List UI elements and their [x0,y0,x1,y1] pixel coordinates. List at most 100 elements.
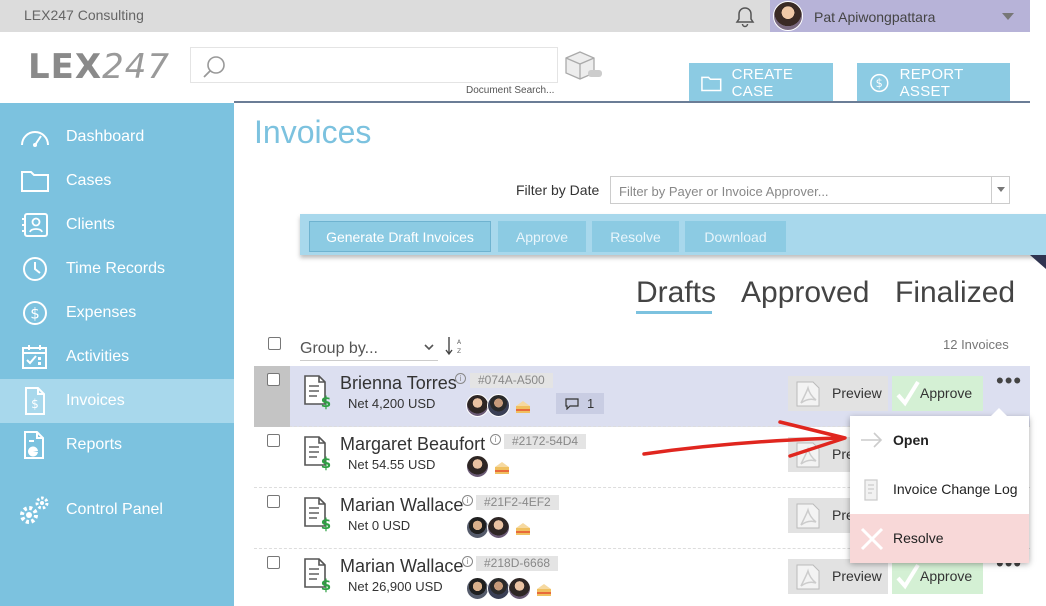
payer-name[interactable]: Marian Wallace [340,495,463,516]
info-icon[interactable]: i [462,556,473,567]
sidebar-item-clients[interactable]: Clients [0,203,234,247]
clock-icon [18,254,52,284]
svg-text:$: $ [876,77,883,90]
action-bar: Generate Draft Invoices Approve Resolve … [300,214,1046,255]
top-bar: LEX247 Consulting Pat Apiwongpattara [0,0,1030,32]
invoice-icon: $ [304,497,331,532]
row-checkbox[interactable] [267,495,280,508]
avatar [466,455,489,478]
net-amount: Net 0 USD [348,518,411,533]
search-input[interactable] [190,47,558,83]
preview-button[interactable]: Preview [788,376,888,411]
bell-icon[interactable] [733,5,757,29]
comments-button[interactable]: 1 [556,393,604,414]
more-options-icon[interactable]: ••• [996,370,1022,392]
create-case-button[interactable]: CREATE CASE [689,63,833,103]
chevron-down-icon [424,344,434,351]
generate-draft-invoices-button[interactable]: Generate Draft Invoices [309,221,491,252]
gears-icon [18,495,52,525]
filter-by-date-button[interactable]: Filter by Date [516,182,599,198]
menu-item-label: Open [893,432,929,448]
svg-text:$: $ [30,305,40,323]
sidebar-item-invoices[interactable]: $ Invoices [0,379,234,423]
approvers [466,394,532,417]
report-asset-button[interactable]: $ REPORT ASSET [857,63,1010,103]
avatar [508,577,531,600]
dollar-circle-icon: $ [870,73,889,93]
chevron-down-icon[interactable] [991,177,1009,203]
svg-text:A: A [457,339,462,346]
net-amount: Net 4,200 USD [348,396,436,411]
logo-light: 247 [102,47,171,87]
folder-icon [701,76,722,92]
payer-name[interactable]: Margaret Beaufort [340,434,485,455]
tab-approved[interactable]: Approved [741,276,869,310]
svg-text:$: $ [321,393,331,410]
logo[interactable]: LEX247 [28,47,170,87]
group-by-label: Group by... [300,340,378,357]
svg-text:$: $ [321,576,331,593]
payer-name[interactable]: Brienna Torres [340,373,457,394]
sidebar-item-reports[interactable]: Reports [0,423,234,467]
document-search-caption: Document Search... [466,85,555,96]
menu-item-label: Resolve [893,530,944,546]
group-by-select[interactable]: Group by... [300,337,438,361]
cake-icon [516,401,530,413]
svg-text:$: $ [321,515,331,532]
close-icon [860,527,884,551]
sidebar-item-label: Invoices [66,392,125,409]
sidebar-item-time-records[interactable]: Time Records [0,247,234,291]
invoice-icon: $ [18,386,52,416]
sidebar-item-label: Control Panel [66,501,163,518]
create-case-label: CREATE CASE [731,66,794,100]
resolve-button[interactable]: Resolve [592,221,679,252]
menu-item-open[interactable]: Open [850,416,1029,465]
download-button[interactable]: Download [685,221,786,252]
menu-item-change-log[interactable]: Invoice Change Log [850,465,1029,514]
select-all-checkbox[interactable] [268,337,281,350]
tab-drafts[interactable]: Drafts [636,276,716,310]
sidebar: Dashboard Cases Clients Time Records $ E… [0,103,234,606]
approve-button[interactable]: Approve [498,221,586,252]
annotation-arrow-icon [642,420,847,458]
folder-icon [18,166,52,196]
ribbon-corner [1030,255,1046,269]
info-icon[interactable]: i [455,373,466,384]
info-icon[interactable]: i [462,495,473,506]
menu-item-resolve[interactable]: Resolve [850,514,1029,563]
row-checkbox[interactable] [267,556,280,569]
approvers [466,455,511,478]
payer-name[interactable]: Marian Wallace [340,556,463,577]
row-checkbox[interactable] [267,373,280,386]
filter-placeholder: Filter by Payer or Invoice Approver... [619,184,829,199]
invoice-code: #21F2-4EF2 [476,495,559,510]
package-icon[interactable] [562,49,604,83]
approve-row-button[interactable]: Approve [892,559,983,594]
info-icon[interactable]: i [490,434,501,445]
invoice-count: 12 Invoices [943,337,1009,352]
sidebar-item-dashboard[interactable]: Dashboard [0,115,234,159]
sidebar-item-cases[interactable]: Cases [0,159,234,203]
tab-finalized[interactable]: Finalized [895,276,1015,310]
avatar [466,394,489,417]
search-icon [203,56,225,78]
user-menu[interactable]: Pat Apiwongpattara [770,0,1030,32]
page-title: Invoices [254,114,372,150]
approve-row-button[interactable]: Approve [892,376,983,411]
window-edge [1030,0,1046,606]
sidebar-item-activities[interactable]: Activities [0,335,234,379]
pdf-icon [796,503,820,529]
active-tab-indicator [636,311,712,314]
report-asset-label: REPORT ASSET [899,66,964,100]
approve-label: Approve [920,385,973,401]
sidebar-item-control-panel[interactable]: Control Panel [0,488,234,532]
sidebar-item-label: Reports [66,436,123,453]
dollar-circle-icon: $ [18,298,52,328]
payer-filter-select[interactable]: Filter by Payer or Invoice Approver... [610,176,1010,204]
row-checkbox[interactable] [267,434,280,447]
sidebar-item-expenses[interactable]: $ Expenses [0,291,234,335]
sort-icon[interactable]: A Z [444,335,462,357]
chevron-down-icon[interactable] [1002,13,1014,20]
preview-button[interactable]: Preview [788,559,888,594]
invoice-icon: $ [304,436,331,471]
